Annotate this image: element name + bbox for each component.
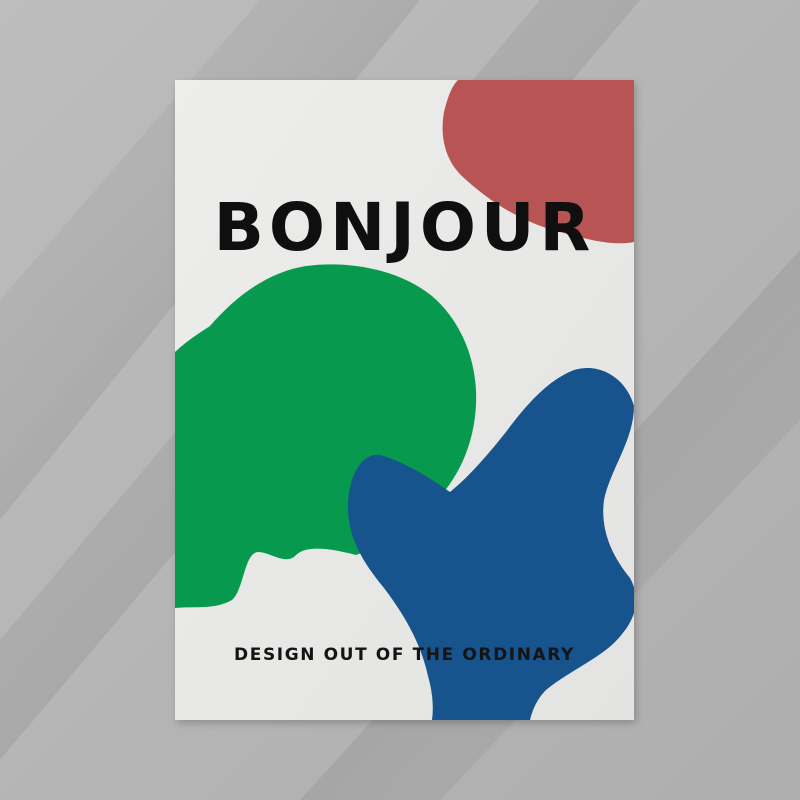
- poster-title: BONJOUR: [213, 189, 596, 266]
- poster-scene: [0, 0, 800, 800]
- poster-tagline: DESIGN OUT OF THE ORDINARY: [234, 645, 575, 665]
